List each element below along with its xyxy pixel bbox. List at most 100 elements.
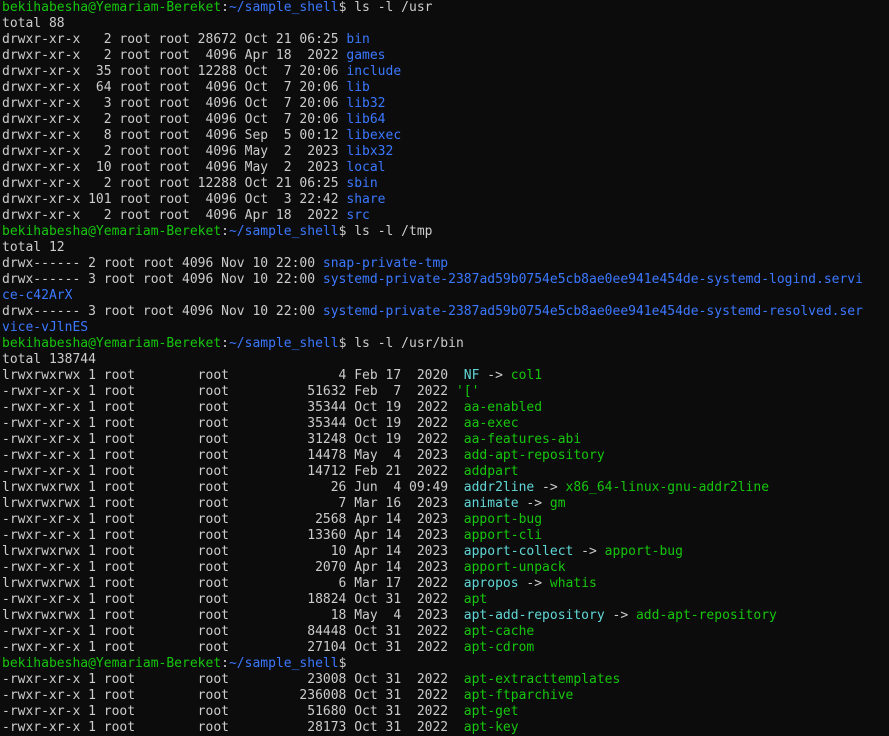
symlink-target: x86_64-linux-gnu-addr2line <box>565 480 770 495</box>
entry-name: addpart <box>463 464 519 479</box>
symlink-target: col1 <box>510 368 543 383</box>
output-text: total 138744 <box>2 352 96 367</box>
listing-row: drwxr-xr-x 2 root root 4096 Oct 7 20:06 … <box>2 112 887 128</box>
command-text: ls -l /usr <box>354 0 433 15</box>
listing-row: -rwxr-xr-x 1 root root 18824 Oct 31 2022… <box>2 592 887 608</box>
command-text: ls -l /tmp <box>354 224 433 239</box>
symlink-target: gm <box>549 496 566 511</box>
entry-name: src <box>346 208 370 223</box>
entry-name: aa-features-abi <box>463 432 582 447</box>
entry-name: apt-extracttemplates <box>463 672 621 687</box>
entry-meta: drwxr-xr-x 2 root root 4096 Apr 18 2022 <box>2 208 347 223</box>
entry-name: libexec <box>346 128 402 143</box>
entry-meta: drwx------ 3 root root 4096 Nov 10 22:00 <box>2 304 323 319</box>
entry-meta: -rwxr-xr-x 1 root root 23008 Oct 31 2022 <box>2 672 464 687</box>
terminal-window[interactable]: bekihabesha@Yemariam-Bereket:~/sample_sh… <box>0 0 889 736</box>
entry-name: apport-cli <box>463 528 543 543</box>
entry-name: apt-cache <box>463 624 535 639</box>
symlink-arrow: -> <box>518 496 550 511</box>
entry-meta: drwxr-xr-x 2 root root 28672 Oct 21 06:2… <box>2 32 347 47</box>
entry-meta: -rwxr-xr-x 1 root root 13360 Apr 14 2023 <box>2 528 464 543</box>
entry-name: apt-ftparchive <box>463 688 574 703</box>
entry-meta: -rwxr-xr-x 1 root root 84448 Oct 31 2022 <box>2 624 464 639</box>
listing-row: drwxr-xr-x 3 root root 4096 Oct 7 20:06 … <box>2 96 887 112</box>
entry-meta: drwxr-xr-x 2 root root 4096 Oct 7 20:06 <box>2 112 347 127</box>
listing-row: -rwxr-xr-x 1 root root 28173 Oct 31 2022… <box>2 720 887 736</box>
output-line: total 12 <box>2 240 887 256</box>
listing-row: -rwxr-xr-x 1 root root 236008 Oct 31 202… <box>2 688 887 704</box>
entry-meta: -rwxr-xr-x 1 root root 18824 Oct 31 2022 <box>2 592 464 607</box>
entry-name: games <box>346 48 386 63</box>
symlink-arrow: -> <box>534 480 566 495</box>
prompt-user-host: bekihabesha@Yemariam-Bereket <box>2 0 222 15</box>
entry-name: systemd-private-2387ad59b0754e5cb8ae0ee9… <box>322 304 863 319</box>
entry-meta: drwxr-xr-x 2 root root 4096 May 2 2023 <box>2 144 347 159</box>
symlink-arrow: -> <box>479 368 511 383</box>
entry-name: apt-cdrom <box>463 640 535 655</box>
entry-meta: -rwxr-xr-x 1 root root 28173 Oct 31 2022 <box>2 720 464 735</box>
symlink-target: apport-bug <box>604 544 683 559</box>
entry-name: addr2line <box>463 480 535 495</box>
entry-name: apt <box>463 592 488 607</box>
entry-meta: -rwxr-xr-x 1 root root 31248 Oct 19 2022 <box>2 432 464 447</box>
listing-row: drwxr-xr-x 10 root root 4096 May 2 2023 … <box>2 160 887 176</box>
entry-name: apropos <box>463 576 519 591</box>
symlink-target: add-apt-repository <box>635 608 777 623</box>
listing-row: -rwxr-xr-x 1 root root 35344 Oct 19 2022… <box>2 400 887 416</box>
entry-meta: -rwxr-xr-x 1 root root 14478 May 4 2023 <box>2 448 464 463</box>
listing-row: drwxr-xr-x 8 root root 4096 Sep 5 00:12 … <box>2 128 887 144</box>
listing-row: -rwxr-xr-x 1 root root 51632 Feb 7 2022 … <box>2 384 887 400</box>
listing-row: lrwxrwxrwx 1 root root 10 Apr 14 2023 ap… <box>2 544 887 560</box>
entry-meta: -rwxr-xr-x 1 root root 51680 Oct 31 2022 <box>2 704 464 719</box>
entry-meta: -rwxr-xr-x 1 root root 14712 Feb 21 2022 <box>2 464 464 479</box>
entry-meta: lrwxrwxrwx 1 root root 10 Apr 14 2023 <box>2 544 464 559</box>
entry-name: snap-private-tmp <box>322 256 449 271</box>
prompt-path: ~/sample_shell <box>228 224 339 239</box>
entry-meta: -rwxr-xr-x 1 root root 51632 Feb 7 2022 <box>2 384 456 399</box>
listing-row: -rwxr-xr-x 1 root root 2070 Apr 14 2023 … <box>2 560 887 576</box>
entry-name: apt-add-repository <box>463 608 605 623</box>
listing-row: -rwxr-xr-x 1 root root 13360 Apr 14 2023… <box>2 528 887 544</box>
listing-row: -rwxr-xr-x 1 root root 35344 Oct 19 2022… <box>2 416 887 432</box>
entry-name: aa-exec <box>463 416 519 431</box>
entry-name: lib32 <box>346 96 386 111</box>
listing-row: lrwxrwxrwx 1 root root 18 May 4 2023 apt… <box>2 608 887 624</box>
listing-row: -rwxr-xr-x 1 root root 14478 May 4 2023 … <box>2 448 887 464</box>
listing-row: lrwxrwxrwx 1 root root 26 Jun 4 09:49 ad… <box>2 480 887 496</box>
prompt-user-host: bekihabesha@Yemariam-Bereket <box>2 224 222 239</box>
entry-name: sbin <box>346 176 378 191</box>
listing-row: drwx------ 3 root root 4096 Nov 10 22:00… <box>2 272 887 288</box>
listing-row: drwxr-xr-x 35 root root 12288 Oct 7 20:0… <box>2 64 887 80</box>
entry-meta: drwxr-xr-x 101 root root 4096 Oct 3 22:4… <box>2 192 347 207</box>
listing-row: drwx------ 2 root root 4096 Nov 10 22:00… <box>2 256 887 272</box>
listing-row: vice-vJlnES <box>2 320 887 336</box>
output-line: total 138744 <box>2 352 887 368</box>
listing-row: drwxr-xr-x 64 root root 4096 Oct 7 20:06… <box>2 80 887 96</box>
prompt-line: bekihabesha@Yemariam-Bereket:~/sample_sh… <box>2 336 464 351</box>
entry-name: include <box>346 64 402 79</box>
entry-meta: drwxr-xr-x 35 root root 12288 Oct 7 20:0… <box>2 64 347 79</box>
entry-name: add-apt-repository <box>463 448 605 463</box>
listing-row: drwxr-xr-x 2 root root 4096 May 2 2023 l… <box>2 144 887 160</box>
entry-meta: drwx------ 3 root root 4096 Nov 10 22:00 <box>2 272 323 287</box>
entry-meta: -rwxr-xr-x 1 root root 2568 Apr 14 2023 <box>2 512 464 527</box>
output-text: total 12 <box>2 240 65 255</box>
entry-name: vice-vJlnES <box>2 320 89 335</box>
entry-name: lib <box>346 80 370 95</box>
listing-row: drwxr-xr-x 2 root root 28672 Oct 21 06:2… <box>2 32 887 48</box>
entry-name: aa-enabled <box>463 400 543 415</box>
listing-row: drwxr-xr-x 2 root root 4096 Apr 18 2022 … <box>2 48 887 64</box>
entry-name: apport-collect <box>463 544 574 559</box>
entry-meta: drwxr-xr-x 8 root root 4096 Sep 5 00:12 <box>2 128 347 143</box>
entry-meta: -rwxr-xr-x 1 root root 236008 Oct 31 202… <box>2 688 464 703</box>
listing-row: -rwxr-xr-x 1 root root 14712 Feb 21 2022… <box>2 464 887 480</box>
prompt-user-host: bekihabesha@Yemariam-Bereket <box>2 336 222 351</box>
entry-meta: -rwxr-xr-x 1 root root 35344 Oct 19 2022 <box>2 416 464 431</box>
entry-meta: lrwxrwxrwx 1 root root 18 May 4 2023 <box>2 608 464 623</box>
entry-meta: drwxr-xr-x 64 root root 4096 Oct 7 20:06 <box>2 80 347 95</box>
listing-row: lrwxrwxrwx 1 root root 6 Mar 17 2022 apr… <box>2 576 887 592</box>
listing-row: drwxr-xr-x 2 root root 12288 Oct 21 06:2… <box>2 176 887 192</box>
entry-meta: drwxr-xr-x 2 root root 12288 Oct 21 06:2… <box>2 176 347 191</box>
entry-name: ce-c42ArX <box>2 288 73 303</box>
entry-meta: lrwxrwxrwx 1 root root 6 Mar 17 2022 <box>2 576 464 591</box>
